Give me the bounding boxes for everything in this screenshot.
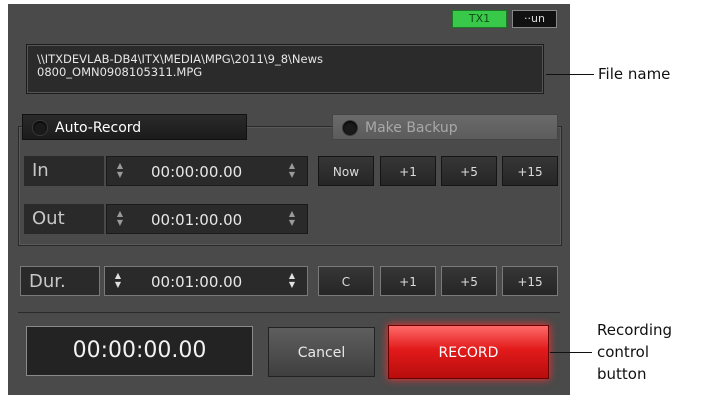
in-plus5-button[interactable]: +5	[441, 156, 497, 186]
record-button[interactable]: RECORD	[388, 325, 549, 379]
dur-time-value: 00:01:00.00	[151, 273, 243, 291]
record-callout-line	[550, 352, 592, 353]
run-status-badge: ··un	[512, 10, 557, 28]
dur-label: Dur.	[20, 266, 100, 296]
tx-status-badge: TX1	[452, 10, 507, 28]
out-spin-left-icon[interactable]: ▲ ▼	[115, 209, 125, 229]
dur-plus5-button[interactable]: +5	[441, 266, 497, 296]
recording-annotation-line-3: button	[597, 365, 647, 383]
make-backup-label: Make Backup	[365, 120, 458, 136]
dur-spin-left-icon[interactable]: ▲ ▼	[113, 271, 123, 291]
dur-spin-right-icon[interactable]: ▲ ▼	[287, 271, 297, 291]
out-time-value: 00:01:00.00	[151, 211, 243, 229]
in-label: In	[24, 156, 104, 186]
in-spin-right-icon[interactable]: ▲ ▼	[287, 161, 297, 181]
in-time-field[interactable]: ▲ ▼ 00:00:00.00 ▲ ▼	[106, 156, 308, 186]
recording-annotation-line-2: control	[597, 343, 649, 361]
dur-plus1-button[interactable]: +1	[380, 266, 436, 296]
make-backup-toggle[interactable]: Make Backup	[332, 114, 558, 140]
file-name-callout-line	[546, 74, 594, 75]
file-path-line-2: 0800_OMN0908105311.MPG	[37, 65, 203, 79]
cancel-button[interactable]: Cancel	[268, 327, 375, 377]
out-label: Out	[24, 204, 104, 234]
in-plus1-button[interactable]: +1	[380, 156, 436, 186]
auto-record-toggle[interactable]: Auto-Record	[22, 114, 247, 140]
dur-time-field[interactable]: ▲ ▼ 00:01:00.00 ▲ ▼	[104, 266, 308, 296]
in-plus15-button[interactable]: +15	[502, 156, 558, 186]
in-spin-left-icon[interactable]: ▲ ▼	[115, 161, 125, 181]
out-spin-right-icon[interactable]: ▲ ▼	[287, 209, 297, 229]
dur-plus15-button[interactable]: +15	[502, 266, 558, 296]
in-time-value: 00:00:00.00	[151, 163, 243, 181]
make-backup-led-icon	[343, 121, 357, 135]
auto-record-led-icon	[33, 121, 47, 135]
out-time-field[interactable]: ▲ ▼ 00:01:00.00 ▲ ▼	[106, 204, 308, 234]
elapsed-timecode-display: 00:00:00.00	[26, 326, 253, 376]
auto-record-label: Auto-Record	[55, 120, 142, 136]
bottom-divider	[18, 312, 560, 313]
file-name-annotation: File name	[598, 65, 671, 83]
in-now-button[interactable]: Now	[318, 156, 374, 186]
file-name-field[interactable]: \\ITXDEVLAB-DB4\ITX\MEDIA\MPG\2011\9_8\N…	[26, 44, 544, 94]
dur-clear-button[interactable]: C	[318, 266, 374, 296]
recording-annotation-line-1: Recording	[597, 321, 673, 339]
